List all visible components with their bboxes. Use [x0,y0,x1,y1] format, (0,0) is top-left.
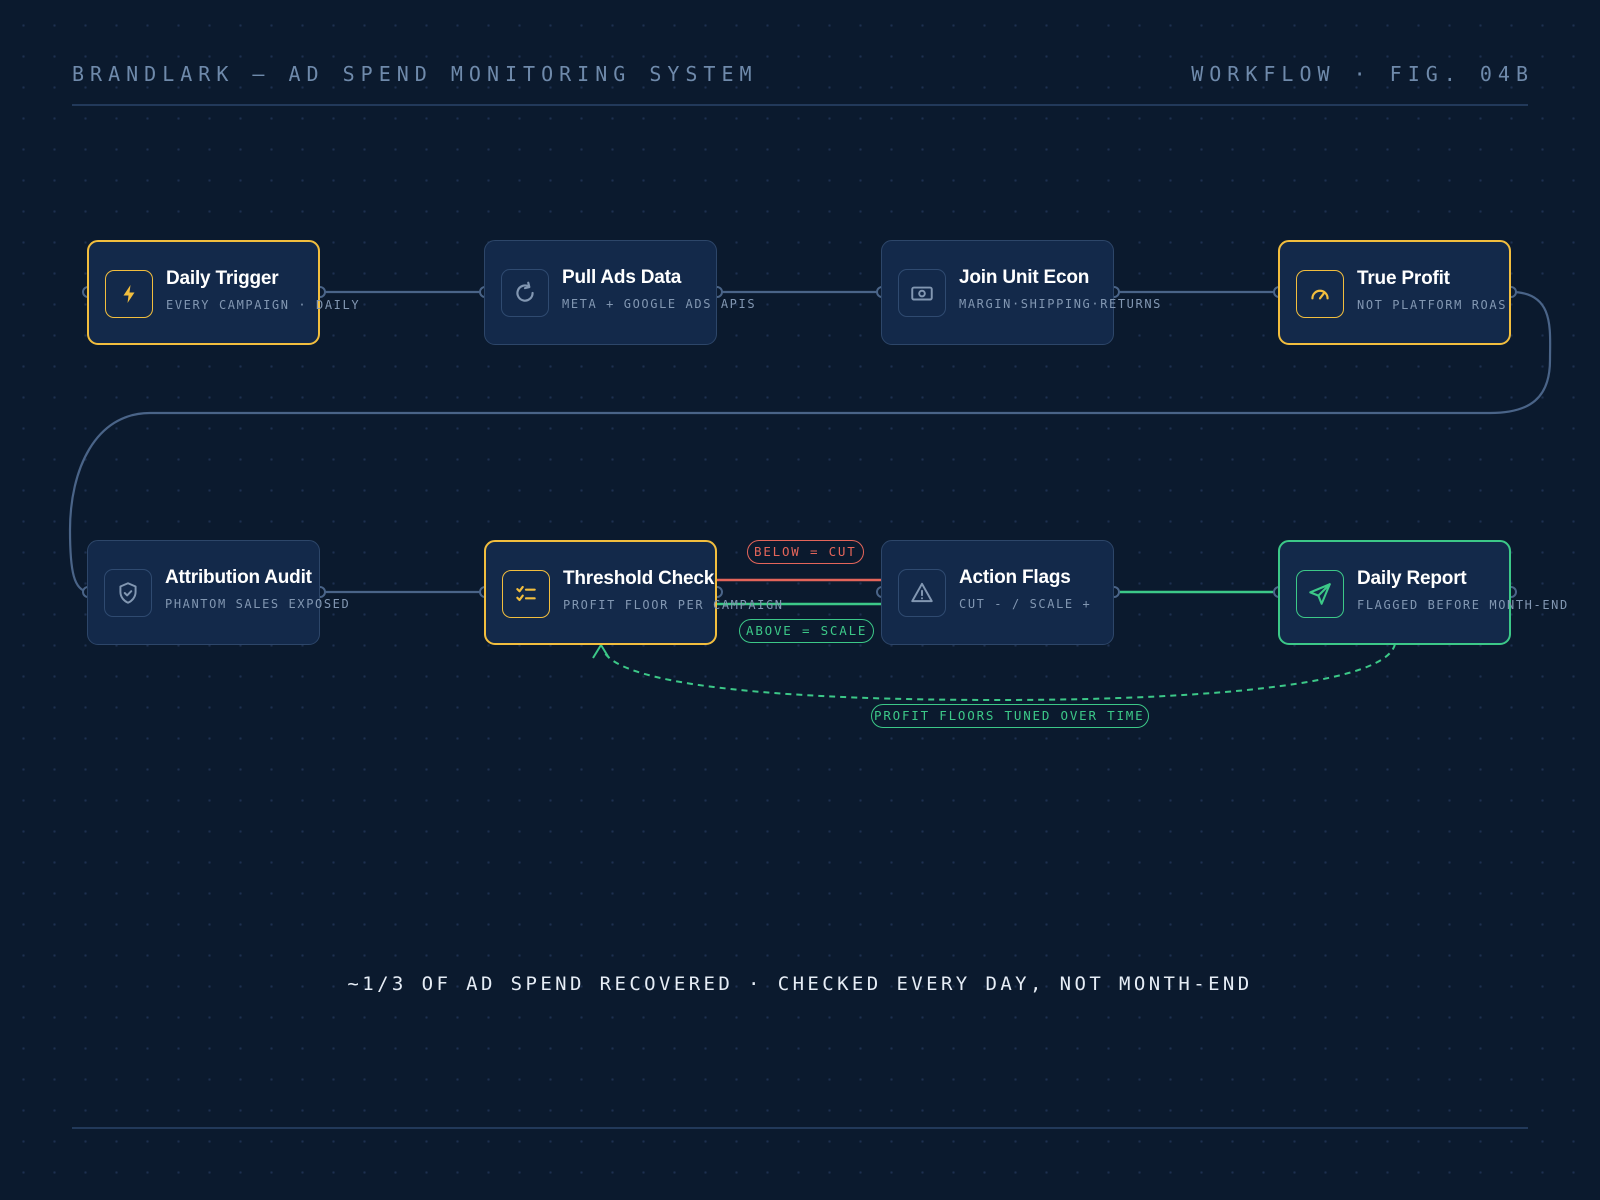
node-subtitle: CUT - / SCALE + [959,597,1092,611]
edge-label-above-scale: ABOVE = SCALE [739,619,875,643]
node-subtitle: PHANTOM SALES EXPOSED [165,597,351,611]
node-action-flags[interactable]: Action Flags CUT - / SCALE + [881,540,1114,645]
node-pull-ads-data[interactable]: Pull Ads Data META + GOOGLE ADS APIS [484,240,755,345]
send-icon [1296,570,1344,618]
refresh-icon [501,269,549,317]
node-title: Pull Ads Data [562,267,682,288]
edge-feedback-loop [602,643,1396,702]
node-threshold-check[interactable]: Threshold Check PROFIT FLOOR PER CAMPAIG… [484,540,782,645]
node-subtitle: MARGIN·SHIPPING·RETURNS [959,297,1162,311]
node-title: Daily Trigger [166,268,279,289]
shield-check-icon [104,569,152,617]
lightning-bolt-icon [105,270,153,318]
footer-note: ~1/3 OF AD SPEND RECOVERED · CHECKED EVE… [347,973,1253,995]
node-title: Join Unit Econ [959,267,1090,288]
node-daily-report[interactable]: Daily Report FLAGGED BEFORE MONTH-END [1278,540,1567,645]
node-join-unit-econ[interactable]: Join Unit Econ MARGIN·SHIPPING·RETURNS [881,240,1160,345]
node-title: Daily Report [1357,568,1467,589]
node-subtitle: META + GOOGLE ADS APIS [562,297,757,311]
node-title: Threshold Check [563,568,715,589]
node-subtitle: PROFIT FLOOR PER CAMPAIGN [563,598,784,612]
node-attribution-audit[interactable]: Attribution Audit PHANTOM SALES EXPOSED [87,540,349,645]
node-title: Attribution Audit [165,567,312,588]
money-bill-icon [898,269,946,317]
bottom-divider [72,1127,1528,1129]
node-title: Action Flags [959,567,1071,588]
node-true-profit[interactable]: True Profit NOT PLATFORM ROAS [1278,240,1511,345]
node-subtitle: EVERY CAMPAIGN · DAILY [166,298,361,312]
warning-triangle-icon [898,569,946,617]
edge-label-below-cut: BELOW = CUT [747,540,864,564]
node-daily-trigger[interactable]: Daily Trigger EVERY CAMPAIGN · DAILY [87,240,359,345]
node-title: True Profit [1357,268,1450,289]
checklist-icon [502,570,550,618]
gauge-icon [1296,270,1344,318]
edge-label-feedback: PROFIT FLOORS TUNED OVER TIME [871,704,1150,728]
node-subtitle: FLAGGED BEFORE MONTH-END [1357,598,1569,612]
node-subtitle: NOT PLATFORM ROAS [1357,298,1508,312]
